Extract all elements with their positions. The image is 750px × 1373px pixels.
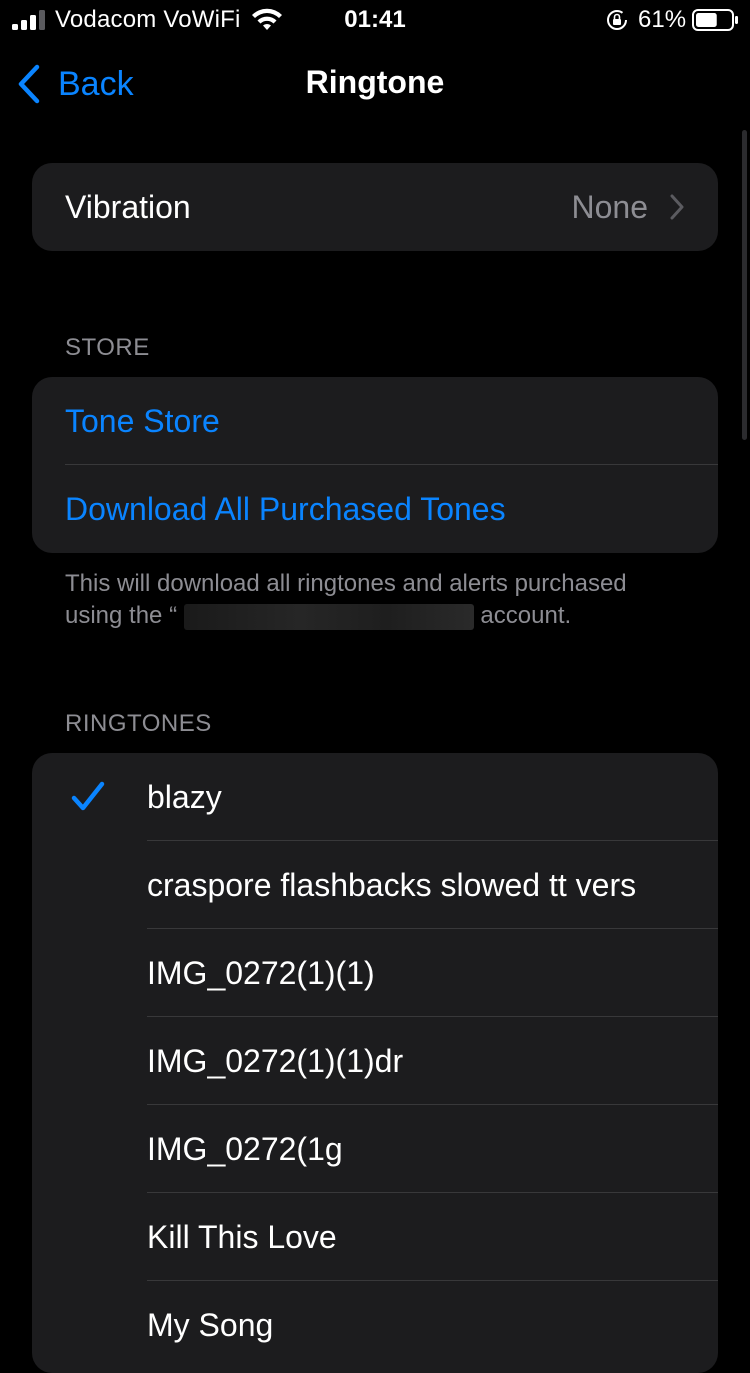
ringtone-label: IMG_0272(1)(1) — [147, 954, 375, 991]
battery-percentage: 61% — [638, 6, 687, 33]
ringtones-group: blazy craspore flashbacks slowed tt vers I… — [32, 753, 718, 1373]
ringtone-label: Kill This Love — [147, 1218, 337, 1255]
checkmark-icon — [71, 781, 105, 811]
ringtones-section-header: RINGTONES — [65, 710, 212, 737]
store-footer-text-end: account. — [480, 602, 572, 629]
ringtone-item[interactable]: Kill This Love — [32, 1193, 718, 1281]
ringtone-label: craspore flashbacks slowed tt vers — [147, 866, 637, 903]
ringtone-item[interactable]: IMG_0272(1)(1)dr — [32, 1017, 718, 1105]
ringtone-label: IMG_0272(1g — [147, 1130, 343, 1167]
tone-store-cell[interactable]: Tone Store — [32, 377, 718, 465]
redacted-account-name — [183, 603, 474, 630]
battery-icon — [692, 9, 738, 31]
ringtone-item[interactable]: blazy — [32, 753, 718, 841]
store-footer-note: This will download all ringtones and ale… — [65, 568, 685, 632]
tone-store-link: Tone Store — [65, 402, 220, 439]
chevron-right-icon — [670, 194, 684, 220]
ringtone-item[interactable]: craspore flashbacks slowed tt vers — [32, 841, 718, 929]
status-bar: Vodacom VoWiFi 01:41 61% — [0, 0, 750, 40]
ringtone-item[interactable]: My Song — [32, 1281, 718, 1369]
ringtone-label: My Song — [147, 1306, 274, 1343]
download-purchased-tones-link: Download All Purchased Tones — [65, 490, 506, 527]
vibration-label: Vibration — [65, 188, 191, 225]
ringtone-item[interactable]: IMG_0272(1)(1) — [32, 929, 718, 1017]
vibration-cell[interactable]: Vibration None — [32, 163, 718, 251]
vibration-value: None — [571, 188, 649, 225]
ringtone-label: blazy — [147, 778, 222, 815]
download-purchased-tones-cell[interactable]: Download All Purchased Tones — [32, 465, 718, 553]
store-group: Tone Store Download All Purchased Tones — [32, 377, 718, 553]
scroll-indicator[interactable] — [742, 130, 747, 440]
page-title: Ringtone — [305, 64, 445, 100]
ringtone-label: IMG_0272(1)(1)dr — [147, 1042, 404, 1079]
orientation-lock-icon — [607, 10, 627, 30]
vibration-group: Vibration None — [32, 163, 718, 251]
store-section-header: STORE — [65, 334, 150, 361]
ringtone-item[interactable]: IMG_0272(1g — [32, 1105, 718, 1193]
